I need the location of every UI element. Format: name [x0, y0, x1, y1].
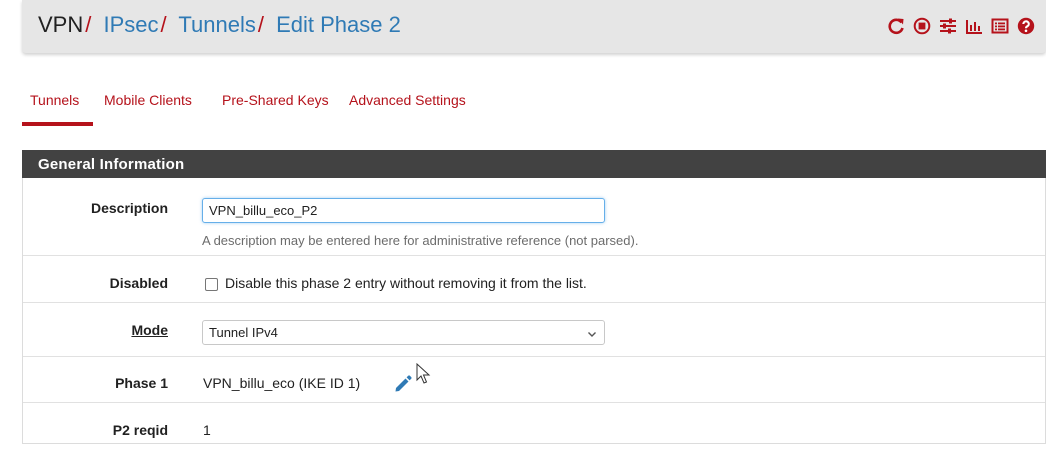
- breadcrumb-ipsec-link[interactable]: IPsec: [104, 12, 159, 37]
- disabled-label: Disabled: [109, 275, 168, 291]
- description-label: Description: [90, 200, 168, 216]
- description-help-text: A description may be entered here for ad…: [202, 233, 639, 248]
- edit-pencil-icon[interactable]: [393, 374, 413, 399]
- log-list-icon[interactable]: [990, 15, 1010, 37]
- mouse-pointer-icon: [416, 362, 432, 390]
- breadcrumb-edit-phase2-link[interactable]: Edit Phase 2: [276, 12, 401, 37]
- tab-mobile-clients[interactable]: Mobile Clients: [97, 88, 215, 108]
- p2reqid-value: 1: [203, 422, 211, 438]
- help-icon[interactable]: [1016, 15, 1036, 37]
- chart-icon[interactable]: [964, 15, 984, 37]
- phase1-value: VPN_billu_eco (IKE ID 1): [203, 375, 361, 391]
- phase1-row: [23, 357, 1045, 403]
- breadcrumb: VPN/ IPsec/ Tunnels/ Edit Phase 2: [38, 12, 401, 38]
- breadcrumb-separator: /: [160, 12, 167, 37]
- p2reqid-label: P2 reqid: [112, 422, 168, 438]
- disabled-checkbox[interactable]: [205, 278, 218, 291]
- tab-tunnels[interactable]: Tunnels: [22, 88, 97, 108]
- phase1-label: Phase 1: [115, 375, 168, 391]
- panel-title: General Information: [22, 150, 1046, 178]
- mode-label[interactable]: Mode: [131, 322, 168, 338]
- active-tab-indicator: [22, 122, 93, 126]
- page-toolbar: [886, 13, 1036, 39]
- mode-select-value: Tunnel IPv4: [209, 325, 278, 340]
- breadcrumb-separator: /: [85, 12, 92, 37]
- settings-sliders-icon[interactable]: [938, 15, 958, 37]
- mode-select[interactable]: Tunnel IPv4: [202, 320, 605, 345]
- tab-bar: Tunnels Mobile Clients Pre-Shared Keys A…: [22, 88, 466, 108]
- breadcrumb-vpn: VPN: [38, 12, 84, 37]
- disabled-checkbox-label: Disable this phase 2 entry without remov…: [225, 275, 587, 291]
- p2reqid-row: [23, 403, 1045, 444]
- tab-advanced-settings[interactable]: Advanced Settings: [348, 88, 466, 108]
- breadcrumb-bar: VPN/ IPsec/ Tunnels/ Edit Phase 2: [22, 0, 1046, 53]
- tab-pre-shared-keys[interactable]: Pre-Shared Keys: [215, 88, 348, 108]
- description-row: Description A description may be entered…: [23, 178, 1045, 256]
- stop-icon[interactable]: [912, 15, 932, 37]
- general-information-panel: Description A description may be entered…: [22, 178, 1046, 444]
- reload-icon[interactable]: [886, 15, 906, 37]
- chevron-down-icon: [587, 327, 597, 342]
- breadcrumb-separator: /: [257, 12, 264, 37]
- description-input[interactable]: [202, 198, 605, 223]
- breadcrumb-tunnels-link[interactable]: Tunnels: [178, 12, 255, 37]
